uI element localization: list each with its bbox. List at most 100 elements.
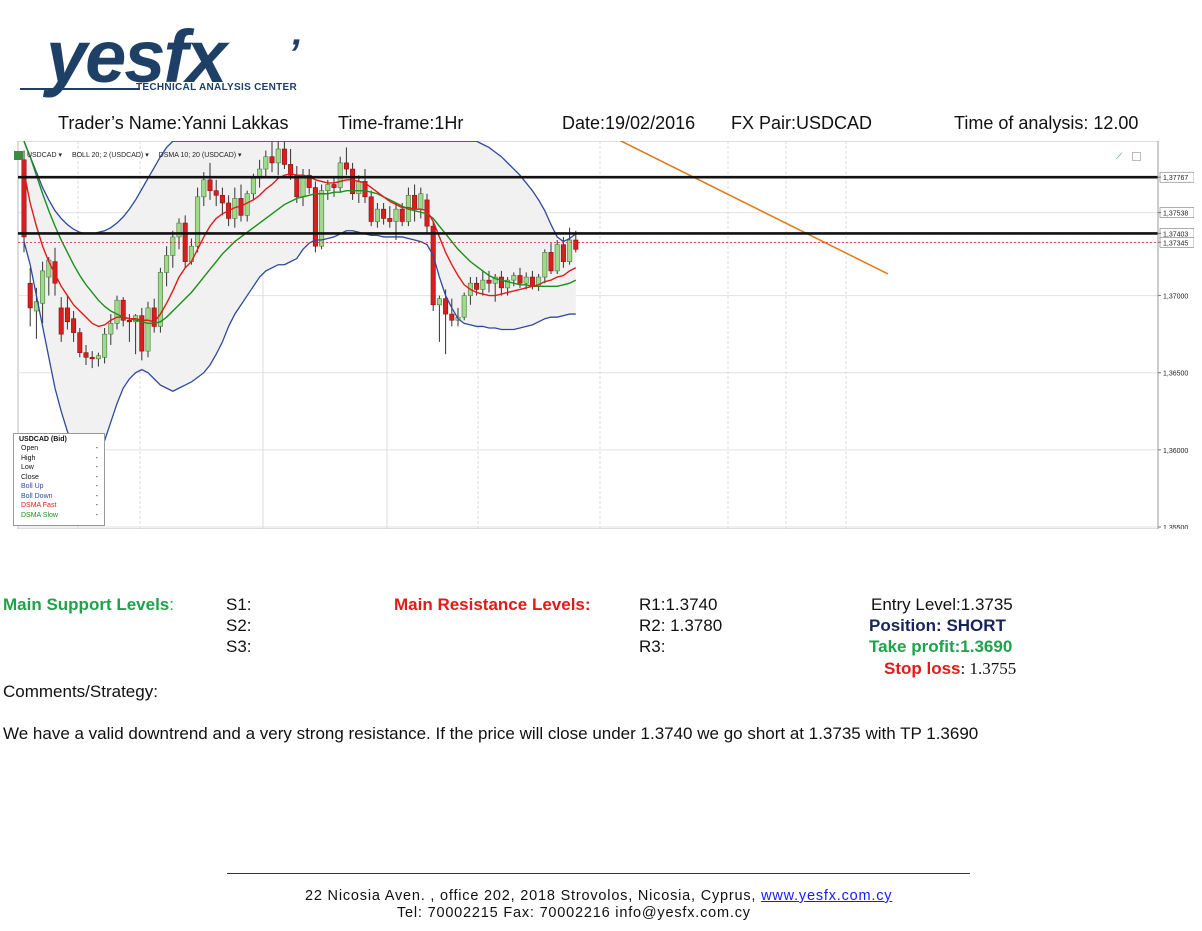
legend-row: Close - bbox=[14, 473, 104, 483]
legend-row-name: High bbox=[21, 454, 36, 462]
candle-bull bbox=[40, 270, 46, 304]
candle-bear bbox=[560, 244, 566, 262]
comments-text: We have a valid downtrend and a very str… bbox=[3, 724, 979, 743]
price-tick-label: 1,37345 bbox=[1163, 240, 1188, 247]
symbol-selector[interactable]: USDCAD ▾ bbox=[27, 152, 62, 159]
candle-bull bbox=[418, 193, 424, 210]
candle-bull bbox=[263, 156, 269, 170]
candle-bear bbox=[64, 307, 70, 323]
legend-row: Boll Up - bbox=[14, 482, 104, 492]
dsma-indicator-selector[interactable]: DSMA 10; 20 (USDCAD) ▾ bbox=[159, 152, 242, 159]
candle-bull bbox=[170, 236, 176, 256]
candle-bear bbox=[381, 208, 387, 219]
legend-row-name: Open bbox=[21, 445, 39, 452]
support-s2: S2: bbox=[226, 616, 252, 635]
legend-row-value: - bbox=[95, 502, 98, 509]
candle-bear bbox=[343, 162, 349, 170]
candle-bull bbox=[201, 179, 207, 198]
legend-row-value: - bbox=[95, 445, 98, 452]
candle-bull bbox=[176, 222, 182, 238]
candle-bear bbox=[517, 275, 523, 284]
candle-bear bbox=[399, 208, 405, 222]
candle-bull bbox=[157, 272, 163, 327]
candle-bear bbox=[207, 179, 213, 191]
chart-maximize-icon[interactable] bbox=[1132, 152, 1141, 161]
candle-bull bbox=[567, 239, 573, 262]
candle-bear bbox=[269, 156, 275, 164]
candle-bull bbox=[108, 323, 114, 335]
price-tick-label: 1,37767 bbox=[1163, 175, 1188, 182]
legend-row-name: DSMA Slow bbox=[21, 511, 58, 519]
candle-bull bbox=[461, 295, 467, 318]
price-axis: 1,377671,375381,374031,373451,370001,365… bbox=[1157, 141, 1195, 532]
candle-bear bbox=[486, 279, 492, 284]
candle-bear bbox=[27, 282, 33, 309]
entry-level: Entry Level:1.3735 bbox=[871, 595, 1013, 614]
candle-bear bbox=[126, 319, 132, 323]
candle-bear bbox=[21, 159, 27, 238]
candle-bear bbox=[498, 276, 504, 289]
boll-indicator-selector[interactable]: BOLL 20; 2 (USDCAD) ▾ bbox=[72, 152, 149, 159]
candle-bull bbox=[393, 208, 399, 222]
candle-bear bbox=[213, 190, 219, 196]
resistance-r1: R1:1.3740 bbox=[639, 595, 718, 614]
candle-bull bbox=[275, 148, 281, 164]
support-label: Main Support Levels: bbox=[3, 595, 174, 614]
ohlc-legend: USDCAD (Bid) Open - High - Low - Close - Boll Up… bbox=[13, 433, 105, 526]
price-tick-label: 1,36500 bbox=[1163, 371, 1188, 378]
legend-row: Open - bbox=[14, 444, 104, 454]
legend-row-value: - bbox=[95, 492, 98, 500]
legend-row-value: - bbox=[95, 454, 98, 462]
resistance-r2: R2: 1.3780 bbox=[639, 616, 723, 635]
candle-bear bbox=[219, 194, 225, 204]
chart-trend-icon[interactable]: ⟋ bbox=[1116, 151, 1122, 162]
legend-title: USDCAD (Bid) bbox=[19, 436, 67, 443]
support-s1: S1: bbox=[226, 595, 252, 614]
candle-bull bbox=[250, 178, 256, 195]
price-tick-label: 1,37538 bbox=[1163, 211, 1188, 218]
candle-bull bbox=[195, 196, 201, 247]
chart-symbol-icon bbox=[14, 151, 23, 160]
candle-bear bbox=[449, 313, 455, 321]
candle-bear bbox=[89, 356, 95, 360]
comments-label: Comments/Strategy: bbox=[3, 682, 158, 701]
candle-bear bbox=[412, 194, 418, 210]
resistance-label: Main Resistance Levels: bbox=[394, 595, 591, 614]
candle-bear bbox=[58, 307, 64, 335]
candle-bear bbox=[312, 187, 318, 247]
legend-row-value: - bbox=[95, 464, 98, 471]
time-frame: Time-frame:1Hr bbox=[338, 113, 464, 133]
candle-bull bbox=[319, 190, 325, 247]
analysis-date: Date:19/02/2016 bbox=[562, 113, 696, 133]
candle-bull bbox=[114, 299, 120, 324]
candle-bull bbox=[523, 276, 529, 284]
candle-bear bbox=[281, 148, 287, 165]
candle-bear bbox=[331, 184, 337, 188]
fx-pair: FX Pair:USDCAD bbox=[731, 113, 873, 133]
legend-row: Low - bbox=[14, 463, 104, 473]
resistance-r3: R3: bbox=[639, 637, 666, 656]
legend-row: DSMA Fast - bbox=[14, 501, 104, 511]
candle-bear bbox=[71, 318, 77, 333]
candle-bull bbox=[164, 255, 170, 273]
candle-bull bbox=[325, 184, 331, 191]
chart-svg: 1,377671,375381,374031,373451,370001,365… bbox=[17, 132, 1195, 532]
analysis-time: Time of analysis: 12.00 bbox=[954, 113, 1139, 133]
candle-bull bbox=[95, 355, 101, 360]
candle-bear bbox=[573, 239, 579, 250]
price-tick-label: 1,37000 bbox=[1163, 294, 1188, 301]
candle-bear bbox=[430, 225, 436, 306]
candle-bear bbox=[387, 218, 393, 222]
candle-bear bbox=[443, 298, 449, 315]
chart-toolbar: USDCAD ▾ BOLL 20; 2 (USDCAD) ▾ DSMA 10; … bbox=[14, 151, 242, 160]
legend-row-name: Boll Up bbox=[21, 483, 44, 490]
logo-subtitle: TECHNICAL ANALYSIS CENTER bbox=[136, 82, 298, 93]
candle-bull bbox=[480, 279, 486, 290]
legend-row-name: Low bbox=[21, 464, 34, 471]
legend-row-value: - bbox=[95, 511, 98, 519]
candle-bear bbox=[77, 332, 83, 353]
candle-bull bbox=[511, 275, 517, 281]
candle-bear bbox=[83, 352, 89, 358]
candle-bull bbox=[102, 333, 108, 358]
website-link[interactable]: www.yesfx.com.cy bbox=[761, 888, 892, 904]
